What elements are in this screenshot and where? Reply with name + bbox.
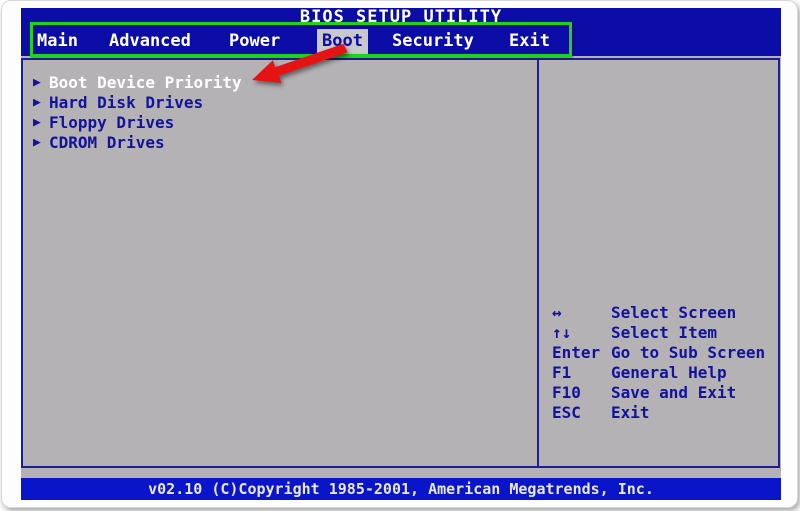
menu-item-security[interactable]: Security [392,27,474,56]
menu-item-main[interactable]: Main [37,27,78,56]
help-key: ↔ [552,303,562,322]
help-key: Enter [552,343,601,362]
help-row-general-help: F1 General Help [539,363,778,383]
help-action: General Help [611,363,727,382]
help-row-select-item: ↑↓ Select Item [539,323,778,343]
key-help-list: ↔ Select Screen ↑↓ Select Item Enter Go … [539,303,778,423]
help-key: ESC [552,403,581,422]
help-action: Select Item [611,323,717,342]
menu-item-boot[interactable]: Boot [317,29,368,54]
key-help-panel: ↔ Select Screen ↑↓ Select Item Enter Go … [539,58,780,468]
bios-title: BIOS SETUP UTILITY [21,8,781,27]
boot-item-label: CDROM Drives [49,132,165,152]
help-key: F10 [552,383,581,402]
help-row-exit: ESC Exit [539,403,778,423]
menu-item-advanced[interactable]: Advanced [109,27,191,56]
help-action: Select Screen [611,303,737,322]
boot-item-label: Hard Disk Drives [49,92,204,112]
boot-options-panel: ▶ Boot Device Priority ▶ Hard Disk Drive… [21,58,539,468]
content-panels: ▶ Boot Device Priority ▶ Hard Disk Drive… [21,58,780,468]
help-action: Go to Sub Screen [611,343,766,362]
submenu-arrow-icon: ▶ [33,94,41,110]
submenu-arrow-icon: ▶ [33,114,41,130]
menu-item-power[interactable]: Power [229,27,280,56]
help-row-select-screen: ↔ Select Screen [539,303,778,323]
boot-item-label: Floppy Drives [49,112,175,132]
menu-item-exit[interactable]: Exit [509,27,550,56]
menu-bar: Main Advanced Power Boot Security Exit [21,27,781,56]
submenu-arrow-icon: ▶ [33,134,41,150]
bios-screen: BIOS SETUP UTILITY Main Advanced Power B… [21,8,781,500]
boot-item-hard-disk-drives[interactable]: ▶ Hard Disk Drives [23,92,537,112]
boot-item-floppy-drives[interactable]: ▶ Floppy Drives [23,112,537,132]
boot-item-cdrom-drives[interactable]: ▶ CDROM Drives [23,132,537,152]
boot-item-boot-device-priority[interactable]: ▶ Boot Device Priority [23,72,537,92]
help-action: Save and Exit [611,383,737,402]
help-key: F1 [552,363,572,382]
help-row-save-exit: F10 Save and Exit [539,383,778,403]
help-action: Exit [611,403,650,422]
boot-item-label: Boot Device Priority [49,72,242,92]
help-key: ↑↓ [552,323,572,342]
help-row-sub-screen: Enter Go to Sub Screen [539,343,778,363]
submenu-arrow-icon: ▶ [33,74,41,90]
copyright-bar: v02.10 (C)Copyright 1985-2001, American … [21,478,781,500]
